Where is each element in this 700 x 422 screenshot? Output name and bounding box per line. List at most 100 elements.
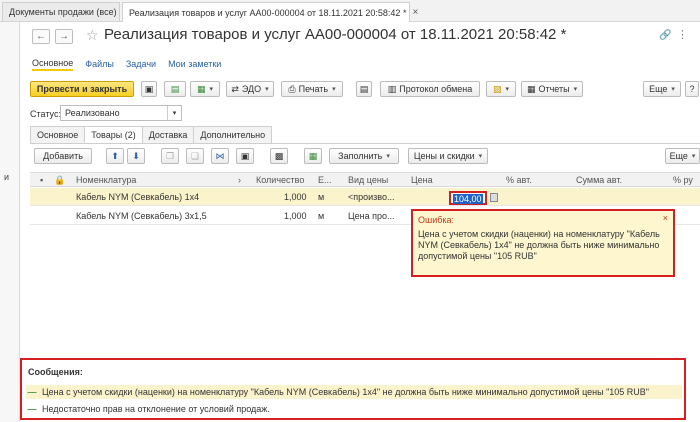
create-based-icon: ▦: [196, 83, 206, 94]
window-tab-label: Документы продажи (все): [9, 7, 117, 17]
table-header: ▪ 🔒 Номенклатура › Количество Е... Вид ц…: [30, 172, 700, 187]
row-number-header: ▪: [40, 175, 44, 185]
fill-label: Заполнить: [338, 151, 383, 161]
arrow-right-icon: →: [59, 31, 69, 42]
cell-unit: м: [318, 192, 325, 202]
close-icon[interactable]: ×: [412, 7, 418, 18]
form-subtabs: Основное Файлы Задачи Мои заметки: [32, 56, 233, 72]
message-item[interactable]: — Цена с учетом скидки (наценки) на номе…: [26, 385, 682, 399]
post-icon: ▤: [170, 83, 180, 94]
cell-price-type: <произво...: [348, 192, 395, 202]
journal-button[interactable]: ▤: [356, 81, 372, 97]
status-label: Статус:: [30, 109, 61, 119]
message-text: Недостаточно прав на отклонение от услов…: [42, 404, 270, 414]
journal-icon: ▤: [359, 83, 369, 94]
arrow-up-icon: ⬆: [111, 150, 119, 161]
status-value: Реализовано: [65, 108, 120, 118]
table-check-icon: ▦: [308, 150, 318, 161]
left-panel-letter: и: [4, 172, 10, 182]
print-button[interactable]: ⎙ Печать ▾: [281, 81, 343, 97]
column-vat-pct[interactable]: % авт.: [506, 175, 532, 185]
forward-button[interactable]: →: [55, 29, 73, 44]
price-input[interactable]: 104,00: [449, 191, 487, 205]
chevron-right-icon: ›: [238, 175, 241, 185]
favorite-star-icon[interactable]: ☆: [86, 27, 99, 44]
cell-quantity: 1,000: [284, 211, 307, 221]
column-unit[interactable]: Е...: [318, 175, 332, 185]
column-pct-manual[interactable]: % ру: [673, 175, 693, 185]
tab-goods[interactable]: Товары (2): [84, 126, 143, 143]
attach-button[interactable]: ▧ ▾: [486, 81, 516, 97]
window-tab-sales-docs[interactable]: Документы продажи (все) ×: [2, 2, 128, 21]
grid-more-label: Еще: [669, 151, 688, 161]
back-button[interactable]: ←: [32, 29, 50, 44]
error-title: Ошибка:: [418, 215, 455, 225]
paste-row-button[interactable]: ❏: [186, 148, 204, 164]
status-select[interactable]: Реализовано ▾: [60, 105, 182, 121]
arrow-down-icon: ⬇: [132, 150, 140, 161]
column-sum-auto[interactable]: Сумма авт.: [576, 175, 622, 185]
picture-button[interactable]: ▩: [270, 148, 288, 164]
protocol-label: Протокол обмена: [399, 84, 473, 94]
reports-button[interactable]: ▦ Отчеты ▾: [521, 81, 583, 97]
tab-main[interactable]: Основное: [30, 126, 86, 143]
select-items-button[interactable]: ▣: [236, 148, 254, 164]
share-icon: ⋈: [215, 150, 225, 161]
message-item[interactable]: — Недостаточно прав на отклонение от усл…: [26, 402, 682, 416]
copy-row-button[interactable]: ❐: [161, 148, 179, 164]
column-nomenclature[interactable]: Номенклатура: [76, 175, 136, 185]
edo-icon: ⇄: [231, 83, 239, 94]
print-label: Печать: [298, 84, 329, 94]
messages-title: Сообщения:: [28, 367, 83, 377]
close-icon[interactable]: ×: [663, 213, 668, 223]
add-row-button[interactable]: Добавить: [34, 148, 92, 164]
message-marker-icon: —: [27, 387, 37, 397]
column-quantity[interactable]: Количество: [256, 175, 304, 185]
price-value: 104,00: [453, 194, 483, 204]
lock-icon: 🔒: [54, 175, 66, 185]
link-icon[interactable]: 🔗: [659, 30, 671, 41]
more-button[interactable]: Еще ▾: [643, 81, 681, 97]
left-panel: [0, 22, 20, 422]
post-button[interactable]: ▤: [164, 81, 186, 97]
tab-additional[interactable]: Дополнительно: [193, 126, 273, 143]
prices-discounts-button[interactable]: Цены и скидки ▾: [408, 148, 488, 164]
document-tabs: Основное Товары (2) Доставка Дополнитель…: [30, 126, 273, 143]
column-price[interactable]: Цена: [411, 175, 433, 185]
tab-delivery[interactable]: Доставка: [141, 126, 195, 143]
protocol-icon: ▥: [387, 83, 397, 94]
chevron-down-icon[interactable]: ▾: [167, 106, 181, 120]
message-marker-icon: —: [27, 404, 37, 414]
calculator-icon[interactable]: [490, 193, 498, 202]
column-price-type[interactable]: Вид цены: [348, 175, 388, 185]
table-row[interactable]: Кабель NYM (Севкабель) 1х4 1,000 м <прои…: [30, 188, 700, 206]
arrow-left-icon: ←: [36, 31, 46, 42]
attachment-icon: ▧: [492, 83, 502, 94]
copy-icon: ❐: [165, 150, 175, 161]
move-down-button[interactable]: ⬇: [127, 148, 145, 164]
subtab-tasks[interactable]: Задачи: [126, 59, 156, 69]
help-button[interactable]: ?: [685, 81, 699, 97]
window-tab-realization[interactable]: Реализация товаров и услуг АА00-000004 о…: [122, 2, 418, 22]
move-up-button[interactable]: ⬆: [106, 148, 124, 164]
subtab-files[interactable]: Файлы: [85, 59, 114, 69]
exchange-protocol-button[interactable]: ▥ Протокол обмена: [380, 81, 480, 97]
error-tooltip: Ошибка: × Цена с учетом скидки (наценки)…: [411, 209, 675, 277]
messages-panel: Сообщения: — Цена с учетом скидки (нацен…: [20, 358, 686, 420]
create-based-on-button[interactable]: ▦ ▾: [190, 81, 220, 97]
share-button[interactable]: ⋈: [211, 148, 229, 164]
save-button[interactable]: ▣: [141, 81, 157, 97]
subtab-notes[interactable]: Мои заметки: [168, 59, 221, 69]
message-text: Цена с учетом скидки (наценки) на номенк…: [42, 387, 649, 397]
select-icon: ▣: [240, 150, 250, 161]
fill-button[interactable]: Заполнить ▾: [329, 148, 399, 164]
prices-label: Цены и скидки: [413, 151, 475, 161]
edo-button[interactable]: ⇄ ЭДО ▾: [226, 81, 274, 97]
grid-more-button[interactable]: Еще ▾: [665, 148, 700, 164]
subtab-main[interactable]: Основное: [32, 58, 74, 71]
fill-table-button[interactable]: ▦: [304, 148, 322, 164]
cell-unit: м: [318, 211, 325, 221]
post-and-close-button[interactable]: Провести и закрыть: [30, 81, 134, 97]
save-icon: ▣: [144, 83, 154, 94]
more-vertical-icon[interactable]: ⋮: [677, 28, 688, 41]
